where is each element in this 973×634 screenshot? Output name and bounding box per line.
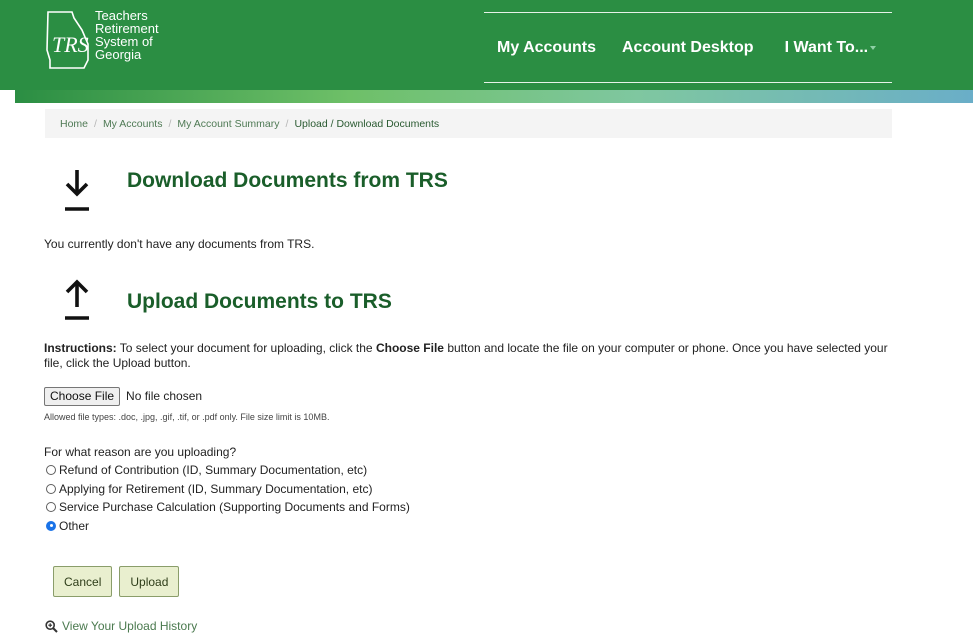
reason-option-service-purchase[interactable]: Service Purchase Calculation (Supporting…	[46, 498, 410, 517]
file-input: Choose File No file chosen	[44, 386, 202, 406]
radio-button[interactable]	[46, 502, 56, 513]
logo-mark-text: TRS	[52, 32, 89, 57]
breadcrumb-home[interactable]: Home	[60, 118, 88, 130]
reason-label: Other	[59, 518, 90, 533]
download-section-title: Download Documents from TRS	[127, 169, 448, 192]
header-gradient-bar	[15, 90, 973, 103]
breadcrumb-separator: /	[168, 117, 172, 130]
reason-option-refund[interactable]: Refund of Contribution (ID, Summary Docu…	[46, 461, 410, 480]
cancel-button[interactable]: Cancel	[53, 566, 113, 597]
allowed-file-types: Allowed file types: .doc, .jpg, .gif, .t…	[44, 412, 330, 422]
upload-instructions: Instructions: To select your document fo…	[44, 341, 904, 371]
breadcrumb-separator: /	[94, 117, 97, 130]
choose-file-button[interactable]: Choose File	[44, 386, 121, 406]
breadcrumb-current: Upload / Download Documents	[294, 117, 440, 130]
chevron-down-icon	[870, 45, 877, 50]
upload-history-label: View Your Upload History	[62, 619, 198, 633]
nav-my-accounts[interactable]: My Accounts	[497, 39, 596, 57]
radio-button[interactable]	[46, 465, 56, 476]
zoom-in-icon	[45, 619, 58, 633]
upload-section-title: Upload Documents to TRS	[127, 290, 392, 313]
reason-label: Refund of Contribution (ID, Summary Docu…	[59, 463, 368, 478]
reason-label: Service Purchase Calculation (Supporting…	[59, 500, 410, 515]
trs-logo[interactable]: TRS Teachers Retirement System of Georgi…	[44, 7, 224, 79]
logo-line: Georgia	[95, 47, 142, 62]
radio-button[interactable]	[46, 483, 56, 494]
reason-label: Applying for Retirement (ID, Summary Doc…	[59, 481, 373, 496]
breadcrumb-account-summary[interactable]: My Account Summary	[177, 118, 279, 130]
instructions-text-1: To select your document for uploading, c…	[119, 341, 373, 355]
breadcrumb-my-accounts[interactable]: My Accounts	[103, 118, 163, 130]
download-arrow-icon	[65, 170, 89, 211]
upload-history-link[interactable]: View Your Upload History	[45, 619, 197, 633]
upload-arrow-icon	[65, 279, 89, 320]
upload-button[interactable]: Upload	[119, 566, 180, 597]
site-header: TRS Teachers Retirement System of Georgi…	[0, 0, 973, 90]
instructions-bold: Choose File	[375, 341, 444, 355]
instructions-label: Instructions:	[44, 341, 117, 355]
nav-divider-bottom	[484, 82, 892, 83]
nav-i-want-to-label: I Want To...	[784, 39, 869, 56]
nav-divider-top	[484, 12, 892, 13]
file-status: No file chosen	[126, 389, 203, 403]
radio-button-selected[interactable]	[46, 520, 56, 531]
reason-option-retirement[interactable]: Applying for Retirement (ID, Summary Doc…	[46, 480, 410, 499]
nav-i-want-to[interactable]: I Want To...	[785, 39, 877, 57]
reason-option-other[interactable]: Other	[46, 517, 410, 536]
breadcrumb: Home / My Accounts / My Account Summary …	[45, 109, 892, 138]
georgia-map-logo-icon: TRS	[46, 11, 89, 69]
nav-account-desktop[interactable]: Account Desktop	[622, 39, 754, 57]
reason-radio-group: Refund of Contribution (ID, Summary Docu…	[46, 461, 410, 535]
main-nav: My Accounts Account Desktop I Want To...	[497, 37, 877, 59]
reason-question: For what reason are you uploading?	[44, 445, 237, 459]
form-actions: Cancel Upload	[53, 566, 186, 597]
no-documents-message: You currently don't have any documents f…	[44, 237, 315, 251]
breadcrumb-separator: /	[285, 117, 289, 130]
logo-wordmark: Teachers Retirement System of Georgia	[95, 9, 159, 61]
